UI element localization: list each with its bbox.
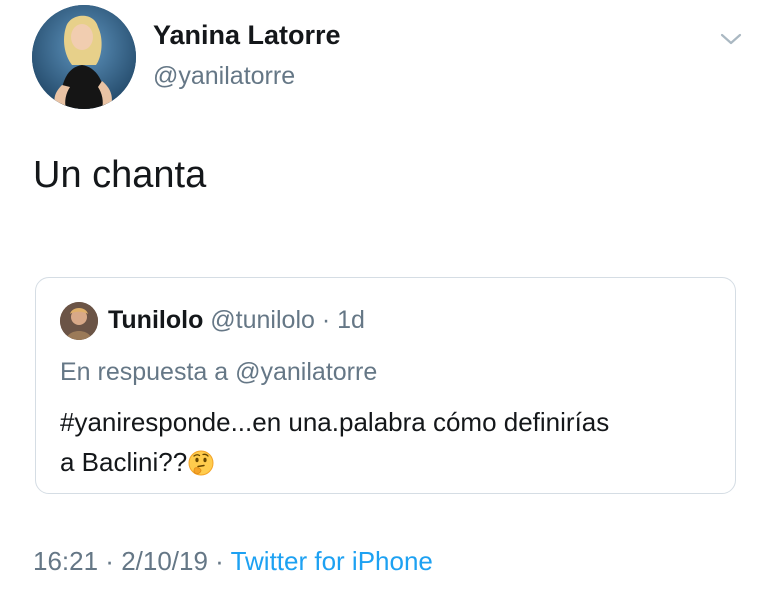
tweet-footer: 16:21 · 2/10/19 · Twitter for iPhone	[33, 546, 433, 577]
reply-prefix: En respuesta a	[60, 358, 236, 386]
quoted-author-name: Tunilolo	[108, 306, 204, 334]
tweet-card: Yanina Latorre @yanilatorre Un chanta Tu…	[0, 0, 767, 592]
footer-separator: ·	[207, 546, 231, 576]
author-handle[interactable]: @yanilatorre	[153, 62, 295, 91]
chevron-down-icon[interactable]	[718, 30, 744, 48]
quoted-tweet[interactable]: Tunilolo @tunilolo · 1d En respuesta a @…	[35, 277, 736, 494]
tweet-date[interactable]: 2/10/19	[121, 546, 208, 576]
quoted-text-line1: #yaniresponde...en una.palabra cómo defi…	[60, 407, 610, 437]
author-avatar[interactable]	[32, 5, 136, 109]
thinking-face-icon	[187, 448, 215, 476]
quoted-header: Tunilolo @tunilolo · 1d	[108, 306, 365, 335]
quoted-author-handle: @tunilolo	[210, 306, 315, 334]
quoted-separator: ·	[314, 306, 338, 334]
footer-separator: ·	[98, 546, 122, 576]
quoted-text-line2: a Baclini??	[60, 447, 188, 477]
tweet-time[interactable]: 16:21	[33, 546, 98, 576]
author-name[interactable]: Yanina Latorre	[153, 20, 341, 51]
quoted-reply-context: En respuesta a @yanilatorre	[60, 358, 377, 387]
quoted-author-avatar[interactable]	[60, 302, 98, 340]
quoted-text: #yaniresponde...en una.palabra cómo defi…	[60, 402, 720, 482]
reply-mention[interactable]: @yanilatorre	[235, 358, 377, 386]
quoted-age: 1d	[337, 306, 365, 334]
tweet-source-link[interactable]: Twitter for iPhone	[231, 546, 433, 576]
tweet-text: Un chanta	[33, 154, 207, 196]
